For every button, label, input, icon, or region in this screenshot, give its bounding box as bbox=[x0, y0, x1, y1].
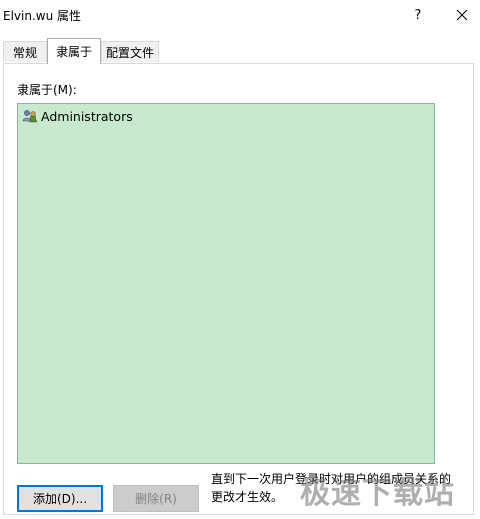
list-item-label: Administrators bbox=[41, 108, 133, 124]
tab-general[interactable]: 常规 bbox=[3, 41, 47, 62]
tab-member-of-label: 隶属于 bbox=[55, 45, 92, 59]
member-of-list[interactable]: Administrators bbox=[17, 103, 435, 464]
add-button[interactable]: 添加(D)... bbox=[17, 485, 103, 512]
list-item[interactable]: Administrators bbox=[22, 108, 133, 124]
tab-strip: 常规 隶属于 配置文件 bbox=[0, 38, 480, 64]
watermark: 极速下载站 bbox=[300, 476, 455, 511]
tab-member-of[interactable]: 隶属于 bbox=[47, 38, 101, 64]
member-of-label: 隶属于(M): bbox=[17, 83, 77, 97]
tab-profile[interactable]: 配置文件 bbox=[101, 41, 159, 62]
user-group-icon bbox=[22, 110, 38, 123]
close-button[interactable] bbox=[447, 2, 477, 28]
help-icon: ? bbox=[414, 7, 422, 23]
window-title: Elvin.wu 属性 bbox=[3, 9, 82, 23]
remove-button[interactable]: 删除(R) bbox=[113, 485, 199, 512]
tab-general-label: 常规 bbox=[12, 45, 37, 60]
title-bar: Elvin.wu 属性 ? bbox=[0, 0, 480, 30]
close-icon bbox=[456, 9, 468, 21]
help-button[interactable]: ? bbox=[404, 2, 432, 28]
tab-profile-label: 配置文件 bbox=[105, 45, 154, 60]
